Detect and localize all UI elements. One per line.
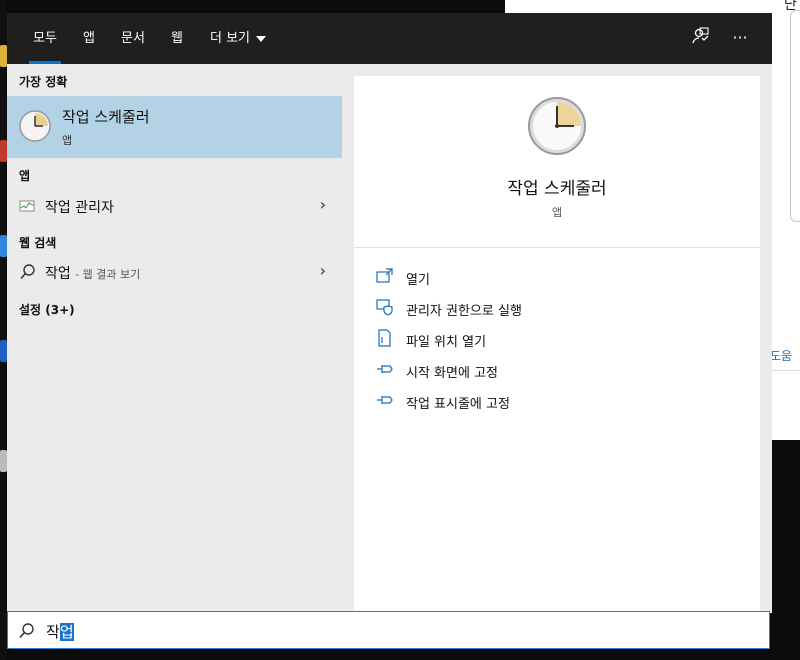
- web-search-query: 작업: [45, 266, 71, 282]
- pin-icon: [377, 396, 393, 404]
- tab-all[interactable]: 모두: [29, 29, 61, 64]
- background-app-icon: [0, 235, 7, 257]
- search-input[interactable]: 작업: [7, 611, 770, 649]
- results-list: 가장 정확 작업 스케줄러 앱 앱 작업 관리자 › 웹 검색 작업 - 웹 결…: [7, 64, 342, 613]
- feedback-icon[interactable]: [689, 27, 711, 49]
- pin-icon: [377, 365, 393, 373]
- preview-type: 앱: [551, 206, 563, 219]
- preview-pane: 작업 스케줄러 앱 열기 관리자 권한으로 실행 파일 위치 열기 시작 화면에…: [354, 76, 760, 613]
- chevron-down-icon: [256, 35, 267, 42]
- tab-web[interactable]: 웹: [171, 29, 183, 49]
- background-help-link: 도움: [770, 349, 793, 363]
- search-filter-bar: 모두 앱 문서 웹 더 보기 ···: [7, 13, 772, 64]
- chevron-right-icon[interactable]: ›: [320, 261, 326, 280]
- admin-shield-icon: [376, 299, 393, 316]
- search-typed-text: 작: [46, 623, 60, 641]
- action-open-file-location[interactable]: 파일 위치 열기: [376, 328, 736, 352]
- task-scheduler-large-icon: [528, 97, 586, 155]
- search-selected-text: 업: [59, 623, 74, 641]
- action-pin-to-start-label: 시작 화면에 고정: [406, 366, 498, 381]
- app-result-task-manager[interactable]: 작업 관리자 ›: [7, 191, 342, 221]
- preview-divider: [354, 247, 760, 248]
- best-match-type: 앱: [62, 134, 73, 147]
- section-settings[interactable]: 설정 (3+): [19, 301, 75, 318]
- file-location-icon: [378, 329, 391, 347]
- background-window-text: 단: [784, 0, 797, 13]
- tab-apps[interactable]: 앱: [83, 29, 95, 49]
- background-app-icon: [0, 140, 7, 162]
- action-open-label: 열기: [406, 273, 430, 288]
- section-best-match: 가장 정확: [19, 75, 68, 89]
- task-scheduler-icon: [19, 110, 51, 142]
- action-pin-to-taskbar-label: 작업 표시줄에 고정: [406, 397, 510, 412]
- app-result-label: 작업 관리자: [45, 200, 114, 216]
- best-match-name: 작업 스케줄러: [62, 108, 150, 126]
- background-app-icon: [0, 340, 7, 362]
- tab-documents[interactable]: 문서: [121, 29, 145, 49]
- section-apps: 앱: [19, 169, 31, 183]
- tab-more[interactable]: 더 보기: [210, 29, 267, 49]
- more-options-icon[interactable]: ···: [729, 27, 751, 49]
- action-run-as-admin[interactable]: 관리자 권한으로 실행: [376, 297, 736, 321]
- start-search-panel: 모두 앱 문서 웹 더 보기 ··· 가장 정확 작업 스케줄러 앱 앱 작업 …: [7, 13, 772, 613]
- action-open-file-location-label: 파일 위치 열기: [406, 335, 487, 350]
- action-open[interactable]: 열기: [376, 266, 736, 290]
- search-icon: [19, 623, 34, 639]
- action-pin-to-start[interactable]: 시작 화면에 고정: [376, 359, 736, 383]
- background-app-icon: [0, 45, 7, 67]
- background-taskbar-strip: [0, 0, 7, 660]
- search-input-text: 작업: [46, 621, 74, 642]
- action-pin-to-taskbar[interactable]: 작업 표시줄에 고정: [376, 390, 736, 414]
- search-icon: [20, 264, 35, 280]
- section-web-search: 웹 검색: [19, 236, 57, 250]
- background-divider: [772, 370, 800, 371]
- background-panel: [790, 10, 800, 222]
- preview-title: 작업 스케줄러: [507, 179, 607, 199]
- task-manager-icon: [19, 200, 35, 212]
- chevron-right-icon[interactable]: ›: [320, 195, 326, 214]
- web-search-suffix: - 웹 결과 보기: [75, 268, 141, 281]
- tab-more-label: 더 보기: [210, 31, 251, 46]
- open-icon: [376, 268, 393, 283]
- action-run-as-admin-label: 관리자 권한으로 실행: [406, 304, 522, 319]
- background-app-icon: [0, 450, 7, 472]
- best-match-result[interactable]: 작업 스케줄러 앱: [7, 96, 342, 158]
- web-search-result[interactable]: 작업 - 웹 결과 보기 ›: [7, 257, 342, 287]
